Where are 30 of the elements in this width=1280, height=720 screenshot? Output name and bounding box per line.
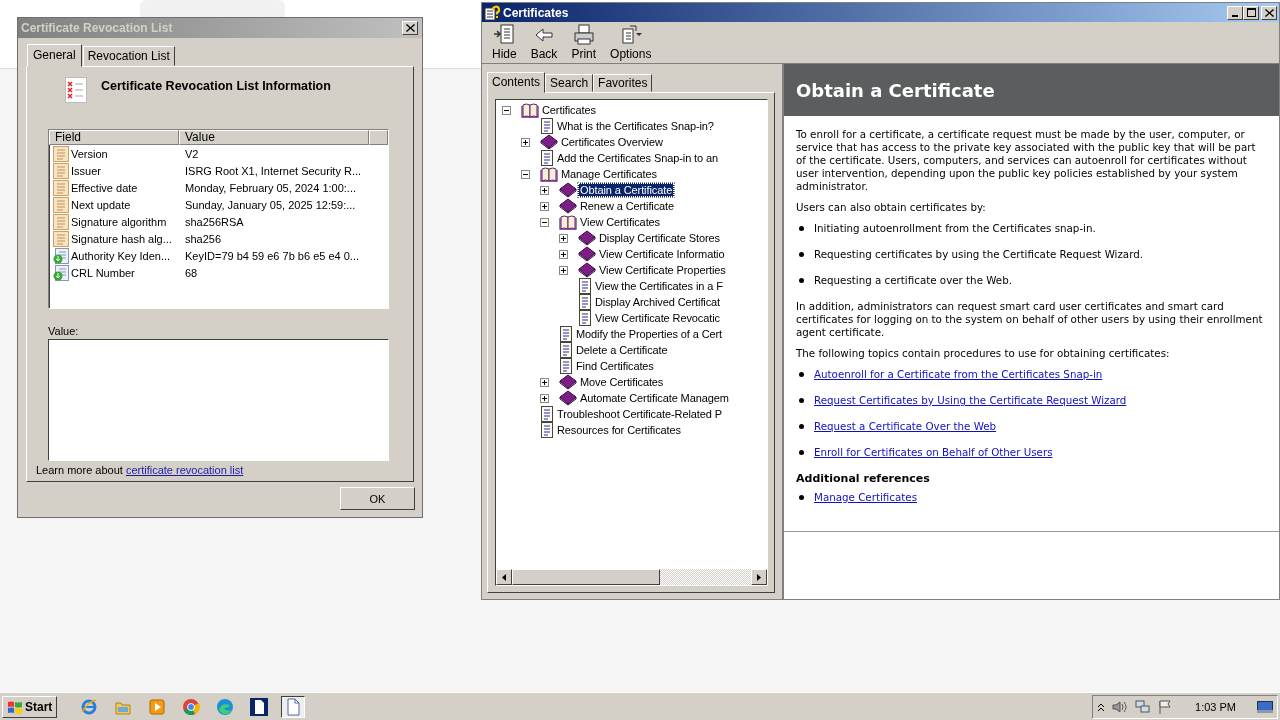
subheading: Additional references — [796, 472, 931, 485]
field-name: Effective date — [71, 181, 139, 194]
window-title: Certificate Revocation List — [21, 21, 173, 35]
learn-more-text: Learn more about certificate revocation list — [36, 464, 245, 476]
field-name: Signature algorithm — [71, 215, 168, 228]
bullet-text: Initiating autoenrollment from the Certificates snap-in. — [814, 222, 1096, 235]
value-label: Value: — [48, 325, 80, 337]
paragraph: Users can also obtain certificates by: — [796, 201, 987, 214]
field-value: 68 — [184, 266, 199, 279]
paragraph: To enroll for a certificate, a certificate request must be made by the user, computer, or service that has access to the private key associated with the public key that will be part of the certificate. Users, computers, and services can autoenroll for certificates without user intervention, depending upon the public key policies established by your system administrator. — [796, 128, 1257, 193]
paragraph: In addition, administrators can request smart card user certificates and smart card certificates for logging on to the system on behalf of other users by using their enrollment agent certificate. — [796, 300, 1264, 339]
paragraph: The following topics contain procedures to use for obtaining certificates: — [796, 347, 1171, 360]
bullet-text: Requesting a certificate over the Web. — [814, 274, 1012, 287]
field-name: Authority Key Iden... — [71, 249, 172, 262]
section-heading: Certificate Revocation List Information — [101, 78, 331, 95]
field-name: Signature hash alg... — [71, 232, 173, 245]
field-name: Version — [71, 147, 109, 160]
field-name: Issuer — [71, 164, 102, 177]
field-value: Monday, February 05, 2024 1:00:... — [184, 181, 357, 194]
field-value: ISRG Root X1, Internet Security R... — [184, 164, 363, 177]
field-value: sha256 — [184, 232, 223, 245]
field-value: V2 — [184, 147, 200, 160]
field-name: CRL Number — [71, 266, 136, 279]
bullet-text: Requesting certificates by using the Certificate Request Wizard. — [814, 248, 1144, 261]
window-title: Certificates — [503, 5, 570, 20]
topic-title: Obtain a Certificate — [784, 64, 1279, 116]
field-name: Next update — [71, 198, 132, 211]
field-value: sha256RSA — [184, 215, 245, 228]
field-value: Sunday, January 05, 2025 12:59:... — [184, 198, 357, 211]
field-value: KeyID=79 b4 59 e6 7b b6 e5 e4 0... — [184, 249, 360, 262]
